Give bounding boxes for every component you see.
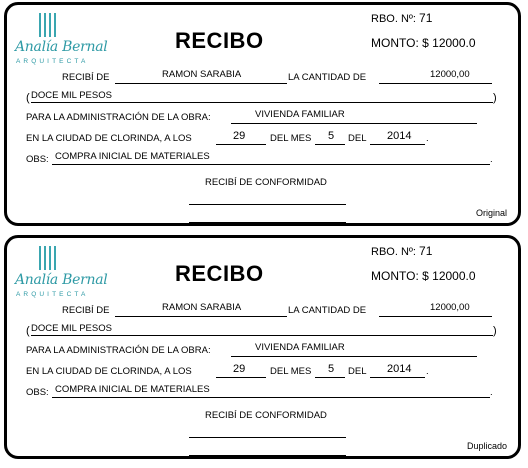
year-value: 2014 — [387, 363, 412, 375]
amount-header-value: 12000.0 — [432, 36, 476, 50]
amount-number: 12000,00 — [430, 69, 470, 80]
obs-label: OBS: — [26, 154, 49, 165]
work-value: VIVIENDA FAMILIAR — [255, 109, 345, 120]
amount-label: LA CANTIDAD DE — [288, 72, 367, 83]
receipt-number: RBO. Nº: 71 — [371, 11, 432, 25]
city-label: EN LA CIUDAD DE CLORINDA, A LOS — [26, 366, 192, 377]
received-from-value: RAMON SARABIA — [162, 69, 242, 80]
receipt-duplicate: Analía Bernal ARQUITECTA RECIBO RBO. Nº:… — [4, 235, 521, 459]
admin-label: PARA LA ADMINISTRACIÓN DE LA OBRA: — [26, 345, 211, 356]
year-line — [370, 377, 425, 378]
close-paren: ) — [493, 325, 497, 337]
work-value: VIVIENDA FAMILIAR — [255, 342, 345, 353]
year-label: DEL — [348, 133, 367, 144]
obs-period: . — [490, 154, 493, 165]
amount-header: MONTO: $ 12000.0 — [371, 269, 476, 283]
receipt-title: RECIBO — [175, 261, 264, 286]
close-paren: ) — [493, 92, 497, 104]
amount-words-line — [31, 335, 493, 336]
obs-value: COMPRA INICIAL DE MATERIALES — [55, 151, 210, 162]
date-period: . — [426, 133, 429, 144]
year-value: 2014 — [387, 130, 412, 142]
brand-subtitle: ARQUITECTA — [16, 291, 89, 298]
receipt-number-label: RBO. Nº: — [371, 246, 416, 258]
brand-subtitle: ARQUITECTA — [16, 58, 89, 65]
date-period: . — [426, 366, 429, 377]
signature-line-2 — [189, 222, 346, 223]
receipt-number-value: 71 — [419, 244, 433, 258]
amount-header-label: MONTO: $ — [371, 269, 429, 283]
copy-label: Duplicado — [466, 441, 507, 451]
day-line — [216, 377, 266, 378]
amount-words: DOCE MIL PESOS — [31, 90, 112, 101]
month-line — [315, 377, 345, 378]
brand-logo-text: Analía Bernal — [15, 39, 108, 55]
work-line — [231, 123, 477, 124]
day-line — [216, 144, 266, 145]
received-from-line — [115, 316, 287, 317]
year-line — [370, 144, 425, 145]
amount-header-value: 12000.0 — [432, 269, 476, 283]
month-label: DEL MES — [270, 366, 312, 377]
amount-header-label: MONTO: $ — [371, 36, 429, 50]
month-value: 5 — [328, 130, 335, 142]
receipt-title: RECIBO — [175, 28, 264, 53]
received-from-line — [115, 83, 287, 84]
brand-logo-text: Analía Bernal — [15, 272, 108, 288]
month-value: 5 — [328, 363, 335, 375]
obs-line — [52, 397, 490, 398]
open-paren: ( — [26, 325, 30, 337]
receipt-original: Analía Bernal ARQUITECTA RECIBO RBO. Nº:… — [4, 2, 521, 226]
signature-line-2 — [189, 455, 346, 456]
amount-number: 12000,00 — [430, 302, 470, 313]
amount-line — [379, 83, 492, 84]
obs-value: COMPRA INICIAL DE MATERIALES — [55, 384, 210, 395]
amount-header: MONTO: $ 12000.0 — [371, 36, 476, 50]
receipt-number-value: 71 — [419, 11, 433, 25]
amount-label: LA CANTIDAD DE — [288, 305, 367, 316]
month-label: DEL MES — [270, 133, 312, 144]
copy-label: Original — [475, 208, 507, 218]
received-from-value: RAMON SARABIA — [162, 302, 242, 313]
receipt-number-label: RBO. Nº: — [371, 13, 416, 25]
receipt-number: RBO. Nº: 71 — [371, 244, 432, 258]
conformity-label: RECIBÍ DE CONFORMIDAD — [205, 177, 327, 188]
logo-bars-icon — [39, 13, 59, 37]
amount-line — [379, 316, 492, 317]
work-line — [231, 356, 477, 357]
day-value: 29 — [233, 363, 246, 375]
obs-period: . — [490, 387, 493, 398]
admin-label: PARA LA ADMINISTRACIÓN DE LA OBRA: — [26, 112, 211, 123]
month-line — [315, 144, 345, 145]
received-from-label: RECIBÍ DE — [62, 305, 110, 316]
signature-line-1 — [189, 204, 346, 205]
obs-line — [52, 164, 490, 165]
logo-bars-icon — [39, 246, 59, 270]
open-paren: ( — [26, 92, 30, 104]
city-label: EN LA CIUDAD DE CLORINDA, A LOS — [26, 133, 192, 144]
year-label: DEL — [348, 366, 367, 377]
day-value: 29 — [233, 130, 246, 142]
signature-line-1 — [189, 437, 346, 438]
received-from-label: RECIBÍ DE — [62, 72, 110, 83]
amount-words-line — [31, 102, 493, 103]
obs-label: OBS: — [26, 387, 49, 398]
conformity-label: RECIBÍ DE CONFORMIDAD — [205, 410, 327, 421]
amount-words: DOCE MIL PESOS — [31, 323, 112, 334]
